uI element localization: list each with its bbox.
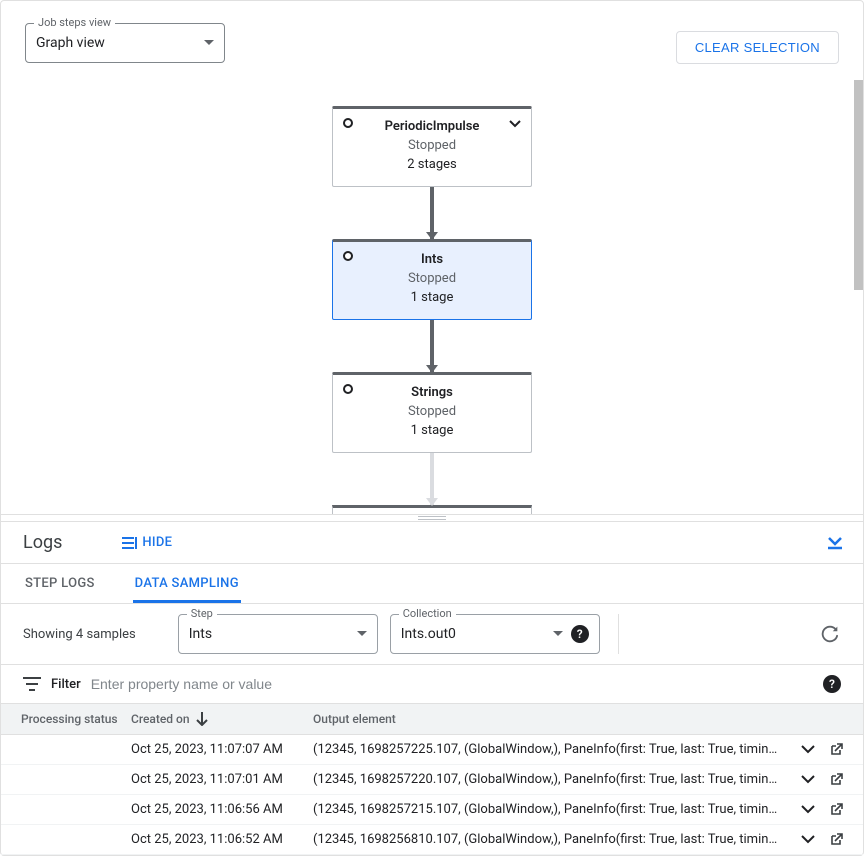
node-stages: 1 stage xyxy=(345,290,519,305)
step-select-label: Step xyxy=(187,607,217,620)
chevron-down-icon xyxy=(553,631,563,637)
collection-select-label: Collection xyxy=(399,607,456,620)
expand-node-icon[interactable] xyxy=(509,120,521,128)
graph-node-strings[interactable]: Strings Stopped 1 stage xyxy=(332,372,532,453)
node-status: Stopped xyxy=(345,138,519,153)
filter-label: Filter xyxy=(51,677,81,692)
open-external-icon[interactable] xyxy=(829,743,843,757)
scrollbar-vertical[interactable] xyxy=(854,74,863,494)
help-icon[interactable]: ? xyxy=(823,675,841,693)
cell-output-element: (12345, 1698257220.107, (GlobalWindow,),… xyxy=(313,772,783,787)
job-steps-view-value: Graph view xyxy=(36,35,204,51)
node-title: Ints xyxy=(345,252,519,267)
filter-icon xyxy=(23,677,41,691)
status-stopped-icon xyxy=(343,384,353,394)
panel-resize-handle[interactable] xyxy=(1,514,863,521)
column-output-element[interactable]: Output element xyxy=(313,712,783,726)
cell-output-element: (12345, 1698257215.107, (GlobalWindow,),… xyxy=(313,802,783,817)
node-status: Stopped xyxy=(345,404,519,419)
table-row: Oct 25, 2023, 11:06:56 AM (12345, 169825… xyxy=(1,795,863,825)
node-title: Strings xyxy=(345,385,519,400)
graph-node-periodicimpulse[interactable]: PeriodicImpulse Stopped 2 stages xyxy=(332,106,532,187)
open-external-icon[interactable] xyxy=(829,833,843,847)
step-select-value: Ints xyxy=(189,626,351,642)
expand-row-icon[interactable] xyxy=(801,775,815,784)
clear-selection-button[interactable]: CLEAR SELECTION xyxy=(676,31,839,64)
hide-logs-button[interactable]: HIDE xyxy=(122,535,172,550)
node-title: PeriodicImpulse xyxy=(345,119,519,134)
hide-label: HIDE xyxy=(142,535,172,550)
column-created-on-label: Created on xyxy=(131,712,190,726)
job-steps-view-select[interactable]: Job steps view Graph view xyxy=(25,23,225,63)
collection-select-value: Ints.out0 xyxy=(401,626,547,642)
collection-select[interactable]: Collection Ints.out0 ? xyxy=(390,614,600,654)
sort-desc-icon xyxy=(196,712,208,726)
tab-step-logs[interactable]: STEP LOGS xyxy=(23,564,97,603)
open-external-icon[interactable] xyxy=(829,803,843,817)
expand-row-icon[interactable] xyxy=(801,805,815,814)
graph-node-partial[interactable] xyxy=(332,505,532,514)
table-row: Oct 25, 2023, 11:07:07 AM (12345, 169825… xyxy=(1,735,863,765)
table-row: Oct 25, 2023, 11:06:52 AM (12345, 169825… xyxy=(1,825,863,855)
scrollbar-thumb[interactable] xyxy=(854,80,863,290)
logs-title: Logs xyxy=(23,532,62,553)
chevron-down-icon xyxy=(357,631,367,637)
cell-output-element: (12345, 1698256810.107, (GlobalWindow,),… xyxy=(313,832,783,847)
graph-node-ints[interactable]: Ints Stopped 1 stage xyxy=(332,239,532,320)
table-row: Oct 25, 2023, 11:07:01 AM (12345, 169825… xyxy=(1,765,863,795)
sample-count-label: Showing 4 samples xyxy=(23,627,136,642)
cell-output-element: (12345, 1698257225.107, (GlobalWindow,),… xyxy=(313,742,783,757)
graph-edge xyxy=(430,320,434,372)
column-processing-status[interactable]: Processing status xyxy=(21,712,131,726)
expand-row-icon[interactable] xyxy=(801,835,815,844)
node-stages: 1 stage xyxy=(345,423,519,438)
collapse-panel-icon[interactable] xyxy=(827,536,843,550)
step-select[interactable]: Step Ints xyxy=(178,614,378,654)
graph-canvas[interactable]: PeriodicImpulse Stopped 2 stages Ints St… xyxy=(1,74,863,514)
status-stopped-icon xyxy=(343,118,353,128)
list-icon xyxy=(122,537,138,549)
divider xyxy=(618,614,619,654)
node-status: Stopped xyxy=(345,271,519,286)
refresh-button[interactable] xyxy=(819,623,841,645)
column-created-on[interactable]: Created on xyxy=(131,712,313,726)
cell-created-on: Oct 25, 2023, 11:07:07 AM xyxy=(131,742,313,757)
cell-created-on: Oct 25, 2023, 11:06:52 AM xyxy=(131,832,313,847)
expand-row-icon[interactable] xyxy=(801,745,815,754)
open-external-icon[interactable] xyxy=(829,773,843,787)
cell-created-on: Oct 25, 2023, 11:06:56 AM xyxy=(131,802,313,817)
tab-data-sampling[interactable]: DATA SAMPLING xyxy=(133,564,241,603)
help-icon[interactable]: ? xyxy=(571,625,589,643)
job-steps-view-label: Job steps view xyxy=(34,16,115,29)
graph-edge xyxy=(430,187,434,239)
node-stages: 2 stages xyxy=(345,157,519,172)
graph-edge xyxy=(430,453,434,505)
cell-created-on: Oct 25, 2023, 11:07:01 AM xyxy=(131,772,313,787)
chevron-down-icon xyxy=(204,40,214,46)
status-stopped-icon xyxy=(343,251,353,261)
filter-input[interactable] xyxy=(91,676,813,692)
